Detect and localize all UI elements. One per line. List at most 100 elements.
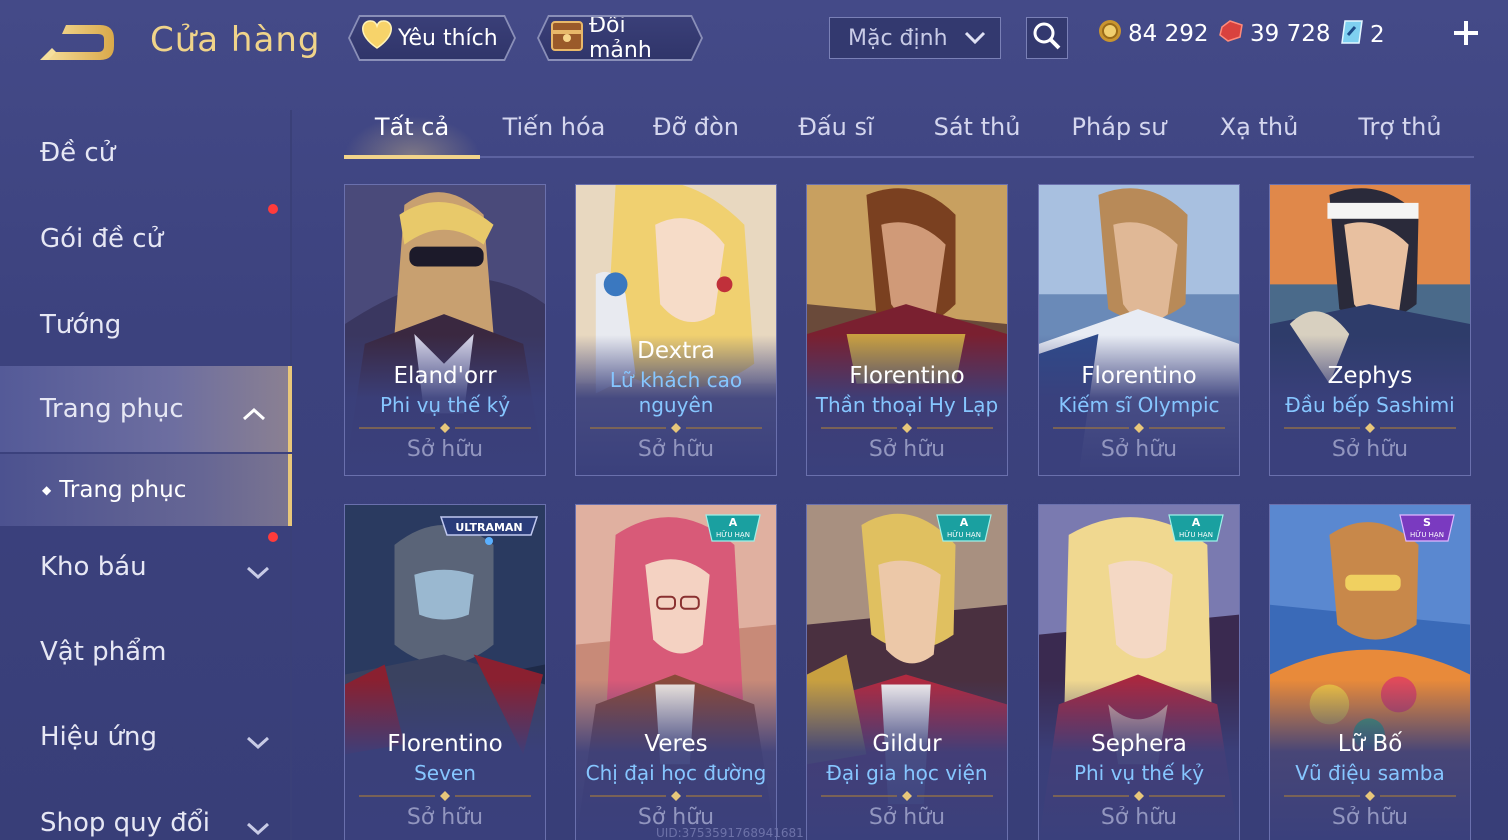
skin-card[interactable]: ULTRAMAN Florentino Seven Sở hữu <box>344 504 546 840</box>
tab-label: Tất cả <box>374 113 450 141</box>
sidebar: Đề cử Gói đề cử Tướng Trang phục ◆ Trang… <box>0 110 292 840</box>
ownership-status: Sở hữu <box>637 437 715 462</box>
hero-name: Florentino <box>849 363 965 389</box>
back-button[interactable] <box>38 22 118 64</box>
tab-tank[interactable]: Đỡ đòn <box>628 96 764 158</box>
tab-warrior[interactable]: Đấu sĩ <box>768 96 904 158</box>
sidebar-item-heroes[interactable]: Tướng <box>0 282 292 368</box>
add-currency-button[interactable] <box>1452 16 1480 56</box>
gold-coin-icon <box>1098 19 1122 49</box>
sidebar-item-treasure[interactable]: Kho báu <box>0 524 292 610</box>
sidebar-subitem-label: Trang phục <box>59 477 187 503</box>
gold-currency: 84 292 <box>1098 19 1208 49</box>
gem-amount: 39 728 <box>1250 21 1331 47</box>
skin-card[interactable]: A HỮU HẠN Sephera Phi vụ thế kỷ Sở hữu <box>1038 504 1240 840</box>
hero-name: Florentino <box>1081 363 1197 389</box>
hero-name: Gildur <box>872 731 942 757</box>
ownership-status: Sở hữu <box>1100 805 1178 830</box>
tab-label: Đỡ đòn <box>652 113 740 141</box>
ownership-status: Sở hữu <box>868 805 946 830</box>
sidebar-item-exchange-shop[interactable]: Shop quy đổi <box>0 780 292 840</box>
divider-ornament-icon <box>359 423 531 433</box>
exchange-shards-button[interactable]: Đổi mảnh <box>539 17 701 59</box>
badge-tier: A <box>1192 516 1201 529</box>
skin-card[interactable]: A HỮU HẠN Veres Chị đại học đường Sở hữu <box>575 504 777 840</box>
search-button[interactable] <box>1026 17 1068 59</box>
ownership-status: Sở hữu <box>868 437 946 462</box>
skin-card[interactable]: Dextra Lữ khách cao nguyên Sở hữu <box>575 184 777 476</box>
tab-all[interactable]: Tất cả <box>344 96 480 158</box>
sort-dropdown[interactable]: Mặc định <box>829 17 1001 59</box>
chevron-down-icon <box>246 812 270 840</box>
plus-icon <box>1452 16 1480 56</box>
skin-card[interactable]: Eland'orr Phi vụ thế kỷ Sở hữu <box>344 184 546 476</box>
favorites-label: Yêu thích <box>398 25 498 51</box>
tab-evolution[interactable]: Tiến hóa <box>486 96 622 158</box>
ownership-status: Sở hữu <box>406 805 484 830</box>
sidebar-item-skins[interactable]: Trang phục <box>0 366 292 452</box>
sidebar-item-effects[interactable]: Hiệu ứng <box>0 694 292 780</box>
heart-icon <box>360 20 394 56</box>
skin-name: Vũ điệu samba <box>1295 761 1445 785</box>
voucher-amount: 2 <box>1370 22 1385 48</box>
ownership-status: Sở hữu <box>1100 437 1178 462</box>
hero-name: Zephys <box>1327 363 1413 389</box>
sidebar-subitem-skins[interactable]: ◆ Trang phục <box>0 454 292 526</box>
sidebar-item-label: Tướng <box>40 310 122 340</box>
divider-ornament-icon <box>821 791 993 801</box>
ruby-gem-icon <box>1218 19 1244 49</box>
badge-text: HỮU HẠN <box>1410 530 1444 539</box>
divider-ornament-icon <box>590 791 762 801</box>
tab-mage[interactable]: Pháp sư <box>1051 96 1187 158</box>
tab-assassin[interactable]: Sát thủ <box>909 96 1045 158</box>
ownership-status: Sở hữu <box>406 437 484 462</box>
skin-card[interactable]: A HỮU HẠN Gildur Đại gia học viện Sở hữu <box>806 504 1008 840</box>
limited-tier-a-badge-icon: A HỮU HẠN <box>705 514 761 542</box>
skin-name: Phi vụ thế kỷ <box>379 393 511 417</box>
treasure-chest-icon <box>549 18 585 58</box>
hero-name: Dextra <box>637 338 715 364</box>
ownership-status: Sở hữu <box>1331 437 1409 462</box>
skin-card[interactable]: Florentino Kiếm sĩ Olympic Sở hữu <box>1038 184 1240 476</box>
hero-name: Sephera <box>1091 731 1187 757</box>
skin-card[interactable]: S HỮU HẠN Lữ Bố Vũ điệu samba Sở hữu <box>1269 504 1471 840</box>
skin-name: Đầu bếp Sashimi <box>1285 393 1455 417</box>
favorites-button[interactable]: Yêu thích <box>350 17 514 59</box>
divider-ornament-icon <box>1053 791 1225 801</box>
skin-name: Thần thoại Hy Lạp <box>815 393 999 417</box>
badge-tier: A <box>729 516 738 529</box>
badge-text: HỮU HẠN <box>1179 530 1213 539</box>
sidebar-item-label: Vật phẩm <box>40 637 167 667</box>
gem-currency: 39 728 <box>1218 19 1330 49</box>
chevron-down-icon <box>246 726 270 756</box>
sidebar-item-label: Hiệu ứng <box>40 722 157 752</box>
hero-name: Eland'orr <box>393 363 497 389</box>
active-tab-underline <box>344 155 480 159</box>
sort-value: Mặc định <box>848 25 948 51</box>
page-title: Cửa hàng <box>150 20 321 60</box>
tab-support[interactable]: Trợ thủ <box>1332 96 1468 158</box>
category-tabs: Tất cả Tiến hóa Đỡ đòn Đấu sĩ Sát thủ Ph… <box>344 96 1474 159</box>
tab-label: Xạ thủ <box>1219 113 1299 141</box>
sidebar-item-recommended[interactable]: Đề cử <box>0 110 292 196</box>
tab-label: Pháp sư <box>1071 113 1167 141</box>
sidebar-item-label: Trang phục <box>40 394 184 424</box>
skin-name: Kiếm sĩ Olympic <box>1058 393 1220 417</box>
skin-name: Chị đại học đường <box>585 761 767 785</box>
back-arrow-icon <box>40 25 114 60</box>
limited-tier-a-badge-icon: A HỮU HẠN <box>936 514 992 542</box>
skin-card[interactable]: Zephys Đầu bếp Sashimi Sở hữu <box>1269 184 1471 476</box>
divider-ornament-icon <box>1053 423 1225 433</box>
tab-label: Tiến hóa <box>502 113 606 141</box>
tab-label: Đấu sĩ <box>798 113 874 141</box>
limited-tier-a-badge-icon: A HỮU HẠN <box>1168 514 1224 542</box>
tab-marksman[interactable]: Xạ thủ <box>1191 96 1327 158</box>
badge-text: ULTRAMAN <box>455 521 522 534</box>
skin-card[interactable]: Florentino Thần thoại Hy Lạp Sở hữu <box>806 184 1008 476</box>
sidebar-item-label: Kho báu <box>40 552 147 582</box>
sidebar-item-recommended-packs[interactable]: Gói đề cử <box>0 196 292 282</box>
sidebar-item-label: Shop quy đổi <box>40 808 210 838</box>
divider-ornament-icon <box>1284 423 1456 433</box>
voucher-currency: 2 <box>1340 19 1385 51</box>
sidebar-item-items[interactable]: Vật phẩm <box>0 609 292 695</box>
